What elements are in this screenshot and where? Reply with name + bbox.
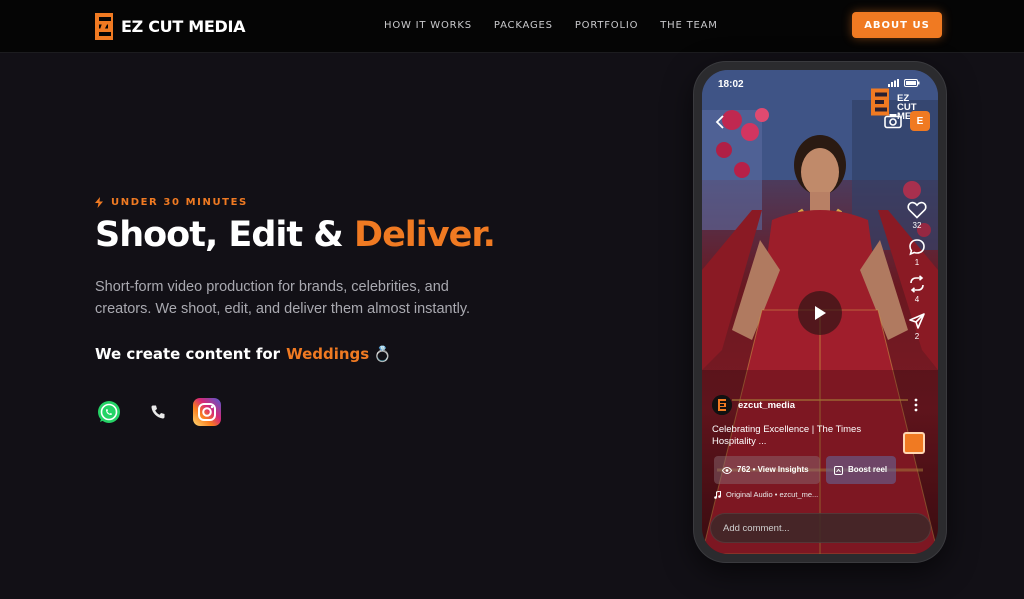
send-icon: [909, 313, 925, 329]
account-avatar-icon: [712, 395, 732, 415]
comment-action[interactable]: 1: [905, 238, 929, 267]
boost-icon: [834, 465, 843, 475]
comment-icon: [909, 239, 925, 256]
headline-main: Shoot, Edit &: [95, 215, 355, 255]
hero-kicker: UNDER 30 MINUTES: [95, 197, 248, 208]
phone-icon[interactable]: [144, 398, 172, 426]
hero-subtext: Short-form video production for brands, …: [95, 279, 471, 317]
view-insights-button[interactable]: 762 • View Insights: [714, 456, 820, 484]
like-action[interactable]: 32: [905, 201, 929, 230]
comment-count: 1: [914, 258, 920, 267]
audio-line[interactable]: Original Audio • ezcut_me...: [714, 490, 818, 499]
share-action[interactable]: 2: [905, 312, 929, 341]
like-count: 32: [912, 221, 922, 230]
more-options-icon[interactable]: [914, 398, 918, 412]
whatsapp-icon[interactable]: [95, 398, 123, 426]
repost-icon: [910, 275, 924, 293]
about-us-button[interactable]: ABOUT US: [852, 12, 942, 38]
create-prefix: We create content for: [95, 345, 281, 363]
profile-badge[interactable]: E: [910, 111, 930, 131]
status-icons: [888, 79, 920, 87]
nav-link-packages[interactable]: PACKAGES: [494, 20, 553, 31]
music-note-icon: [714, 490, 721, 499]
status-time: 18:02: [718, 79, 744, 90]
brand-name: EZ CUT MEDIA: [121, 16, 246, 36]
nav-link-the-team[interactable]: THE TEAM: [660, 20, 717, 31]
back-chevron-icon[interactable]: [715, 115, 725, 129]
lightning-icon: [95, 197, 103, 208]
add-comment-input[interactable]: Add comment...: [710, 513, 931, 543]
nav-links: HOW IT WORKS PACKAGES PORTFOLIO THE TEAM: [384, 20, 718, 31]
ring-emoji: 💍: [373, 345, 392, 363]
content-type-line: We create content for Weddings 💍: [95, 345, 392, 363]
audio-label: Original Audio • ezcut_me...: [726, 490, 819, 499]
top-nav: EZ CUT MEDIA HOW IT WORKS PACKAGES PORTF…: [0, 0, 1024, 53]
reel-caption[interactable]: Celebrating Excellence | The Times Hospi…: [712, 424, 892, 448]
play-icon: [815, 306, 826, 320]
brand[interactable]: EZ CUT MEDIA: [95, 12, 246, 40]
nav-link-portfolio[interactable]: PORTFOLIO: [575, 20, 638, 31]
nav-link-how-it-works[interactable]: HOW IT WORKS: [384, 20, 472, 31]
phone-mockup: 18:02 EZ CUTMEDIA: [694, 62, 946, 562]
instagram-icon[interactable]: [193, 398, 221, 426]
ez-logo-icon: [95, 12, 113, 40]
play-button[interactable]: [798, 291, 842, 335]
kicker-text: UNDER 30 MINUTES: [111, 197, 248, 208]
battery-icon: [904, 79, 920, 87]
ez-watermark-logo-icon: [871, 88, 889, 116]
rotating-word: Weddings: [286, 345, 370, 363]
boost-label: Boost reel: [848, 465, 888, 474]
insights-label: 762 • View Insights: [737, 465, 809, 474]
account-name: ezcut_media: [738, 399, 796, 411]
boost-reel-button[interactable]: Boost reel: [826, 456, 896, 484]
reel-screen: 18:02 EZ CUTMEDIA: [702, 70, 938, 554]
action-rail: 32 1 4 2: [905, 201, 929, 349]
camera-icon[interactable]: [884, 113, 902, 129]
signal-icon: [888, 79, 899, 87]
headline-accent: Deliver.: [354, 215, 496, 255]
account-row[interactable]: ezcut_media: [712, 395, 795, 415]
social-links: [95, 398, 221, 426]
share-count: 2: [914, 332, 920, 341]
repost-action[interactable]: 4: [905, 275, 929, 304]
heart-icon: [907, 201, 927, 219]
hero-headline: Shoot, Edit & Deliver.: [95, 215, 496, 255]
eye-icon: [722, 466, 732, 474]
audio-thumbnail[interactable]: [903, 432, 925, 454]
repost-count: 4: [914, 295, 920, 304]
